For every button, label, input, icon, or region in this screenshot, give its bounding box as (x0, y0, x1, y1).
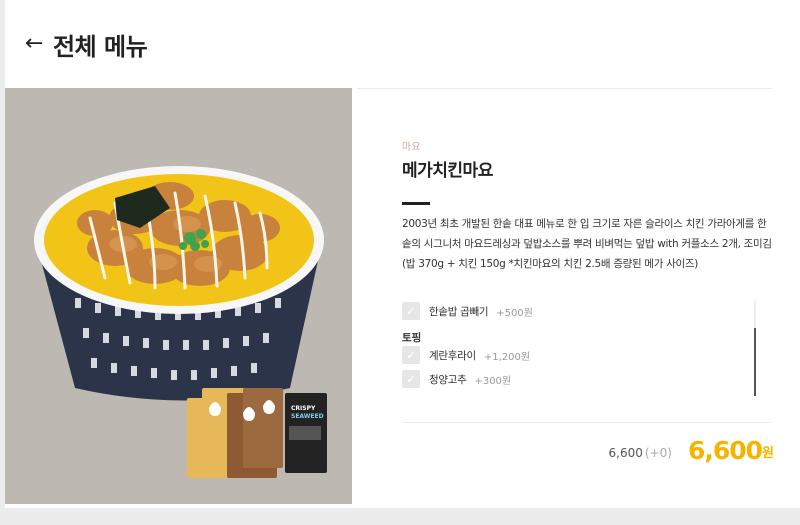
option-price: +1,200원 (483, 351, 531, 363)
checkbox[interactable]: ✓ (402, 370, 420, 388)
option-group-label: 토핑 (402, 332, 422, 344)
option-price: +300원 (474, 375, 512, 387)
category-label: 마요 (402, 142, 421, 153)
option-topping-pepper[interactable]: ✓ 청양고추 +300원 (402, 370, 511, 388)
option-topping-egg[interactable]: ✓ 계란후라이 +1,200원 (402, 346, 530, 364)
scrollbar[interactable] (754, 300, 756, 396)
option-rice-upgrade[interactable]: ✓ 한솥밥 곱빼기 +500원 (402, 302, 533, 320)
packet-label: CRISPY (291, 405, 316, 412)
product-description: 2003년 최초 개발된 한솥 대표 메뉴로 한 입 크기로 자른 슬라이스 치… (402, 218, 772, 270)
scroll-thumb[interactable] (754, 328, 756, 396)
divider (357, 88, 772, 89)
menu-detail-page: ← 전체 메뉴 CRISPY SEAWEED 마요 메가치킨마요 2003년 최… (5, 0, 800, 508)
option-label: 청양고추 (429, 373, 467, 386)
arrow-left-icon[interactable]: ← (25, 33, 51, 55)
checkbox[interactable]: ✓ (402, 302, 420, 320)
header: ← 전체 메뉴 (25, 28, 148, 61)
base-price: 6,600 (608, 446, 643, 460)
packet-label: SEAWEED (291, 413, 324, 420)
extra-price: (+0) (644, 446, 672, 460)
checkbox[interactable]: ✓ (402, 346, 420, 364)
product-name: 메가치킨마요 (402, 161, 493, 181)
divider (402, 202, 430, 205)
option-label: 계란후라이 (429, 349, 476, 362)
option-label: 한솥밥 곱빼기 (429, 305, 489, 318)
price-summary: 6,600 (+0) 6,600 원 (609, 436, 774, 465)
options-list: ✓ 한솥밥 곱빼기 +500원 토핑 ✓ 계란후라이 +1,200원 ✓ 청양고… (402, 300, 762, 410)
currency-unit: 원 (762, 446, 774, 461)
product-image: CRISPY SEAWEED (5, 88, 352, 504)
divider (402, 422, 772, 423)
option-price: +500원 (496, 307, 533, 319)
rice-bowl-illustration: CRISPY SEAWEED (34, 166, 327, 478)
total-price: 6,600 (687, 436, 763, 465)
page-title: 전체 메뉴 (53, 32, 148, 61)
